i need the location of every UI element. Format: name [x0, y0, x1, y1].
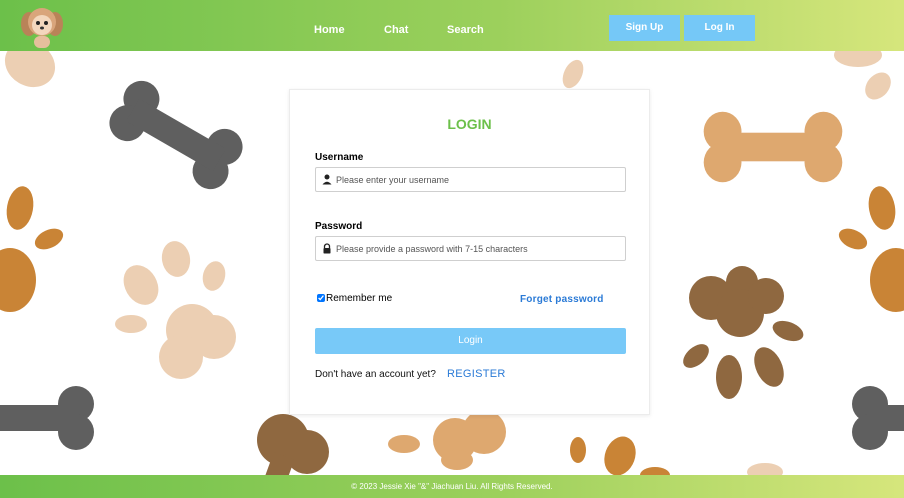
paw-print-icon — [115, 241, 236, 379]
paw-print-icon — [0, 186, 64, 312]
bone-icon — [102, 74, 250, 196]
bone-icon — [0, 386, 94, 450]
remember-me-label: Remember me — [326, 293, 393, 304]
nav-search-link[interactable]: Search — [447, 24, 484, 36]
sign-up-button[interactable]: Sign Up — [609, 15, 680, 41]
footer-copyright: © 2023 Jessie Xie "&" Jiachuan Liu. All … — [351, 482, 553, 491]
login-card: LOGIN Username Password Remember me Forg… — [289, 89, 650, 415]
paw-print-icon — [388, 410, 506, 470]
paw-print-icon — [747, 463, 783, 475]
login-submit-button[interactable]: Login — [315, 328, 626, 354]
password-label: Password — [315, 221, 363, 232]
paw-print-icon — [570, 436, 670, 475]
username-input[interactable] — [336, 168, 622, 191]
bone-icon — [703, 111, 843, 183]
footer: © 2023 Jessie Xie "&" Jiachuan Liu. All … — [0, 475, 904, 498]
login-title: LOGIN — [447, 116, 492, 132]
nav-home-link[interactable]: Home — [314, 24, 345, 36]
register-link[interactable]: REGISTER — [447, 368, 506, 380]
no-account-text: Don't have an account yet? — [315, 369, 436, 380]
remember-me-checkbox[interactable] — [317, 294, 325, 302]
password-field-wrapper — [315, 236, 626, 261]
user-icon — [322, 174, 332, 185]
forget-password-link[interactable]: Forget password — [520, 294, 604, 305]
nav-chat-link[interactable]: Chat — [384, 24, 408, 36]
username-label: Username — [315, 152, 364, 163]
paw-print-icon — [838, 186, 904, 312]
password-input[interactable] — [336, 237, 622, 260]
paw-print-icon — [4, 51, 56, 88]
log-in-button[interactable]: Log In — [684, 15, 755, 41]
lock-icon — [323, 243, 331, 254]
paw-print-icon — [257, 414, 329, 475]
dog-logo-icon[interactable] — [18, 4, 66, 50]
paw-print-icon — [683, 266, 804, 399]
username-field-wrapper — [315, 167, 626, 192]
remember-me-row[interactable]: Remember me — [317, 293, 392, 304]
top-nav-bar: Home Chat Search Sign Up Log In — [0, 0, 904, 51]
bone-icon — [852, 386, 904, 450]
